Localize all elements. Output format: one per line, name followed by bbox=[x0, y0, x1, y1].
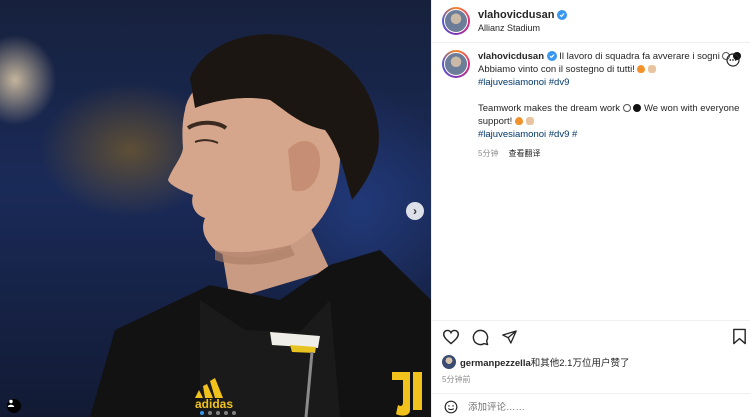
caption-text: Il lavoro di squadra fa avverare i sogni bbox=[559, 51, 720, 62]
likes-text[interactable]: 和其他2.1万位用户赞了 bbox=[531, 358, 630, 369]
carousel-next-button[interactable]: › bbox=[406, 202, 424, 220]
verified-badge-icon bbox=[557, 10, 568, 20]
chevron-right-icon: › bbox=[413, 204, 417, 218]
divider bbox=[432, 393, 750, 394]
heart-icon[interactable] bbox=[442, 329, 460, 345]
avatar[interactable] bbox=[442, 50, 470, 78]
player-illustration: adidas bbox=[90, 34, 431, 417]
post-header: vlahovicdusan Allianz Stadium bbox=[442, 4, 742, 38]
caption-timestamp: 5分钟 bbox=[478, 149, 499, 158]
comment-form bbox=[432, 397, 750, 417]
divider bbox=[432, 42, 750, 43]
fire-emoji bbox=[514, 117, 523, 125]
post-caption: vlahovicdusan Il lavoro di squadra fa av… bbox=[442, 50, 747, 160]
jersey-brand-label: adidas bbox=[195, 397, 233, 411]
action-bar bbox=[442, 326, 747, 348]
carousel-indicator bbox=[200, 411, 236, 415]
hashtags[interactable]: # bbox=[572, 129, 577, 140]
caption-text: support! bbox=[478, 116, 513, 127]
likes-summary: germanpezzella和其他2.1万位用户赞了 bbox=[442, 355, 629, 369]
see-translation-link[interactable]: 查看翻译 bbox=[508, 147, 540, 160]
carousel-dot bbox=[200, 411, 204, 415]
caption-text: Abbiamo vinto con il sostegno di tutti! bbox=[478, 64, 635, 75]
location-link[interactable]: Allianz Stadium bbox=[478, 23, 567, 33]
user-tag-button[interactable] bbox=[7, 399, 21, 413]
liker-username[interactable]: germanpezzella bbox=[460, 358, 531, 369]
share-icon[interactable] bbox=[501, 329, 518, 345]
caption-username[interactable]: vlahovicdusan bbox=[478, 51, 544, 62]
hashtags[interactable]: #lajuvesiamonoi #dv9 bbox=[478, 129, 569, 140]
muscle-emoji bbox=[525, 117, 534, 125]
user-tag-icon bbox=[7, 399, 15, 407]
white-circle-emoji bbox=[622, 104, 631, 112]
avatar[interactable] bbox=[442, 7, 470, 35]
username-link[interactable]: vlahovicdusan bbox=[478, 9, 554, 21]
comment-icon[interactable] bbox=[472, 329, 489, 346]
carousel-dot bbox=[224, 411, 228, 415]
carousel-dot bbox=[232, 411, 236, 415]
avatar[interactable] bbox=[442, 355, 456, 369]
bookmark-icon[interactable] bbox=[732, 328, 747, 345]
divider bbox=[432, 320, 750, 321]
black-circle-emoji bbox=[633, 104, 642, 112]
verified-badge-icon bbox=[546, 51, 557, 61]
fire-emoji bbox=[637, 65, 646, 73]
carousel-dot bbox=[216, 411, 220, 415]
more-options-icon[interactable] bbox=[726, 53, 740, 67]
caption-text: Teamwork makes the dream work bbox=[478, 103, 621, 114]
hashtags[interactable]: #lajuvesiamonoi #dv9 bbox=[478, 76, 746, 89]
emoji-icon[interactable] bbox=[444, 400, 458, 414]
carousel-dot bbox=[208, 411, 212, 415]
caption-text: We won with everyone bbox=[643, 103, 740, 114]
post-photo[interactable]: adidas › bbox=[0, 0, 431, 417]
comment-input[interactable] bbox=[468, 401, 718, 413]
muscle-emoji bbox=[648, 65, 657, 73]
post-details-panel: vlahovicdusan Allianz Stadium vlahovicdu… bbox=[431, 0, 750, 417]
post-timestamp: 5分钟前 bbox=[442, 375, 471, 384]
